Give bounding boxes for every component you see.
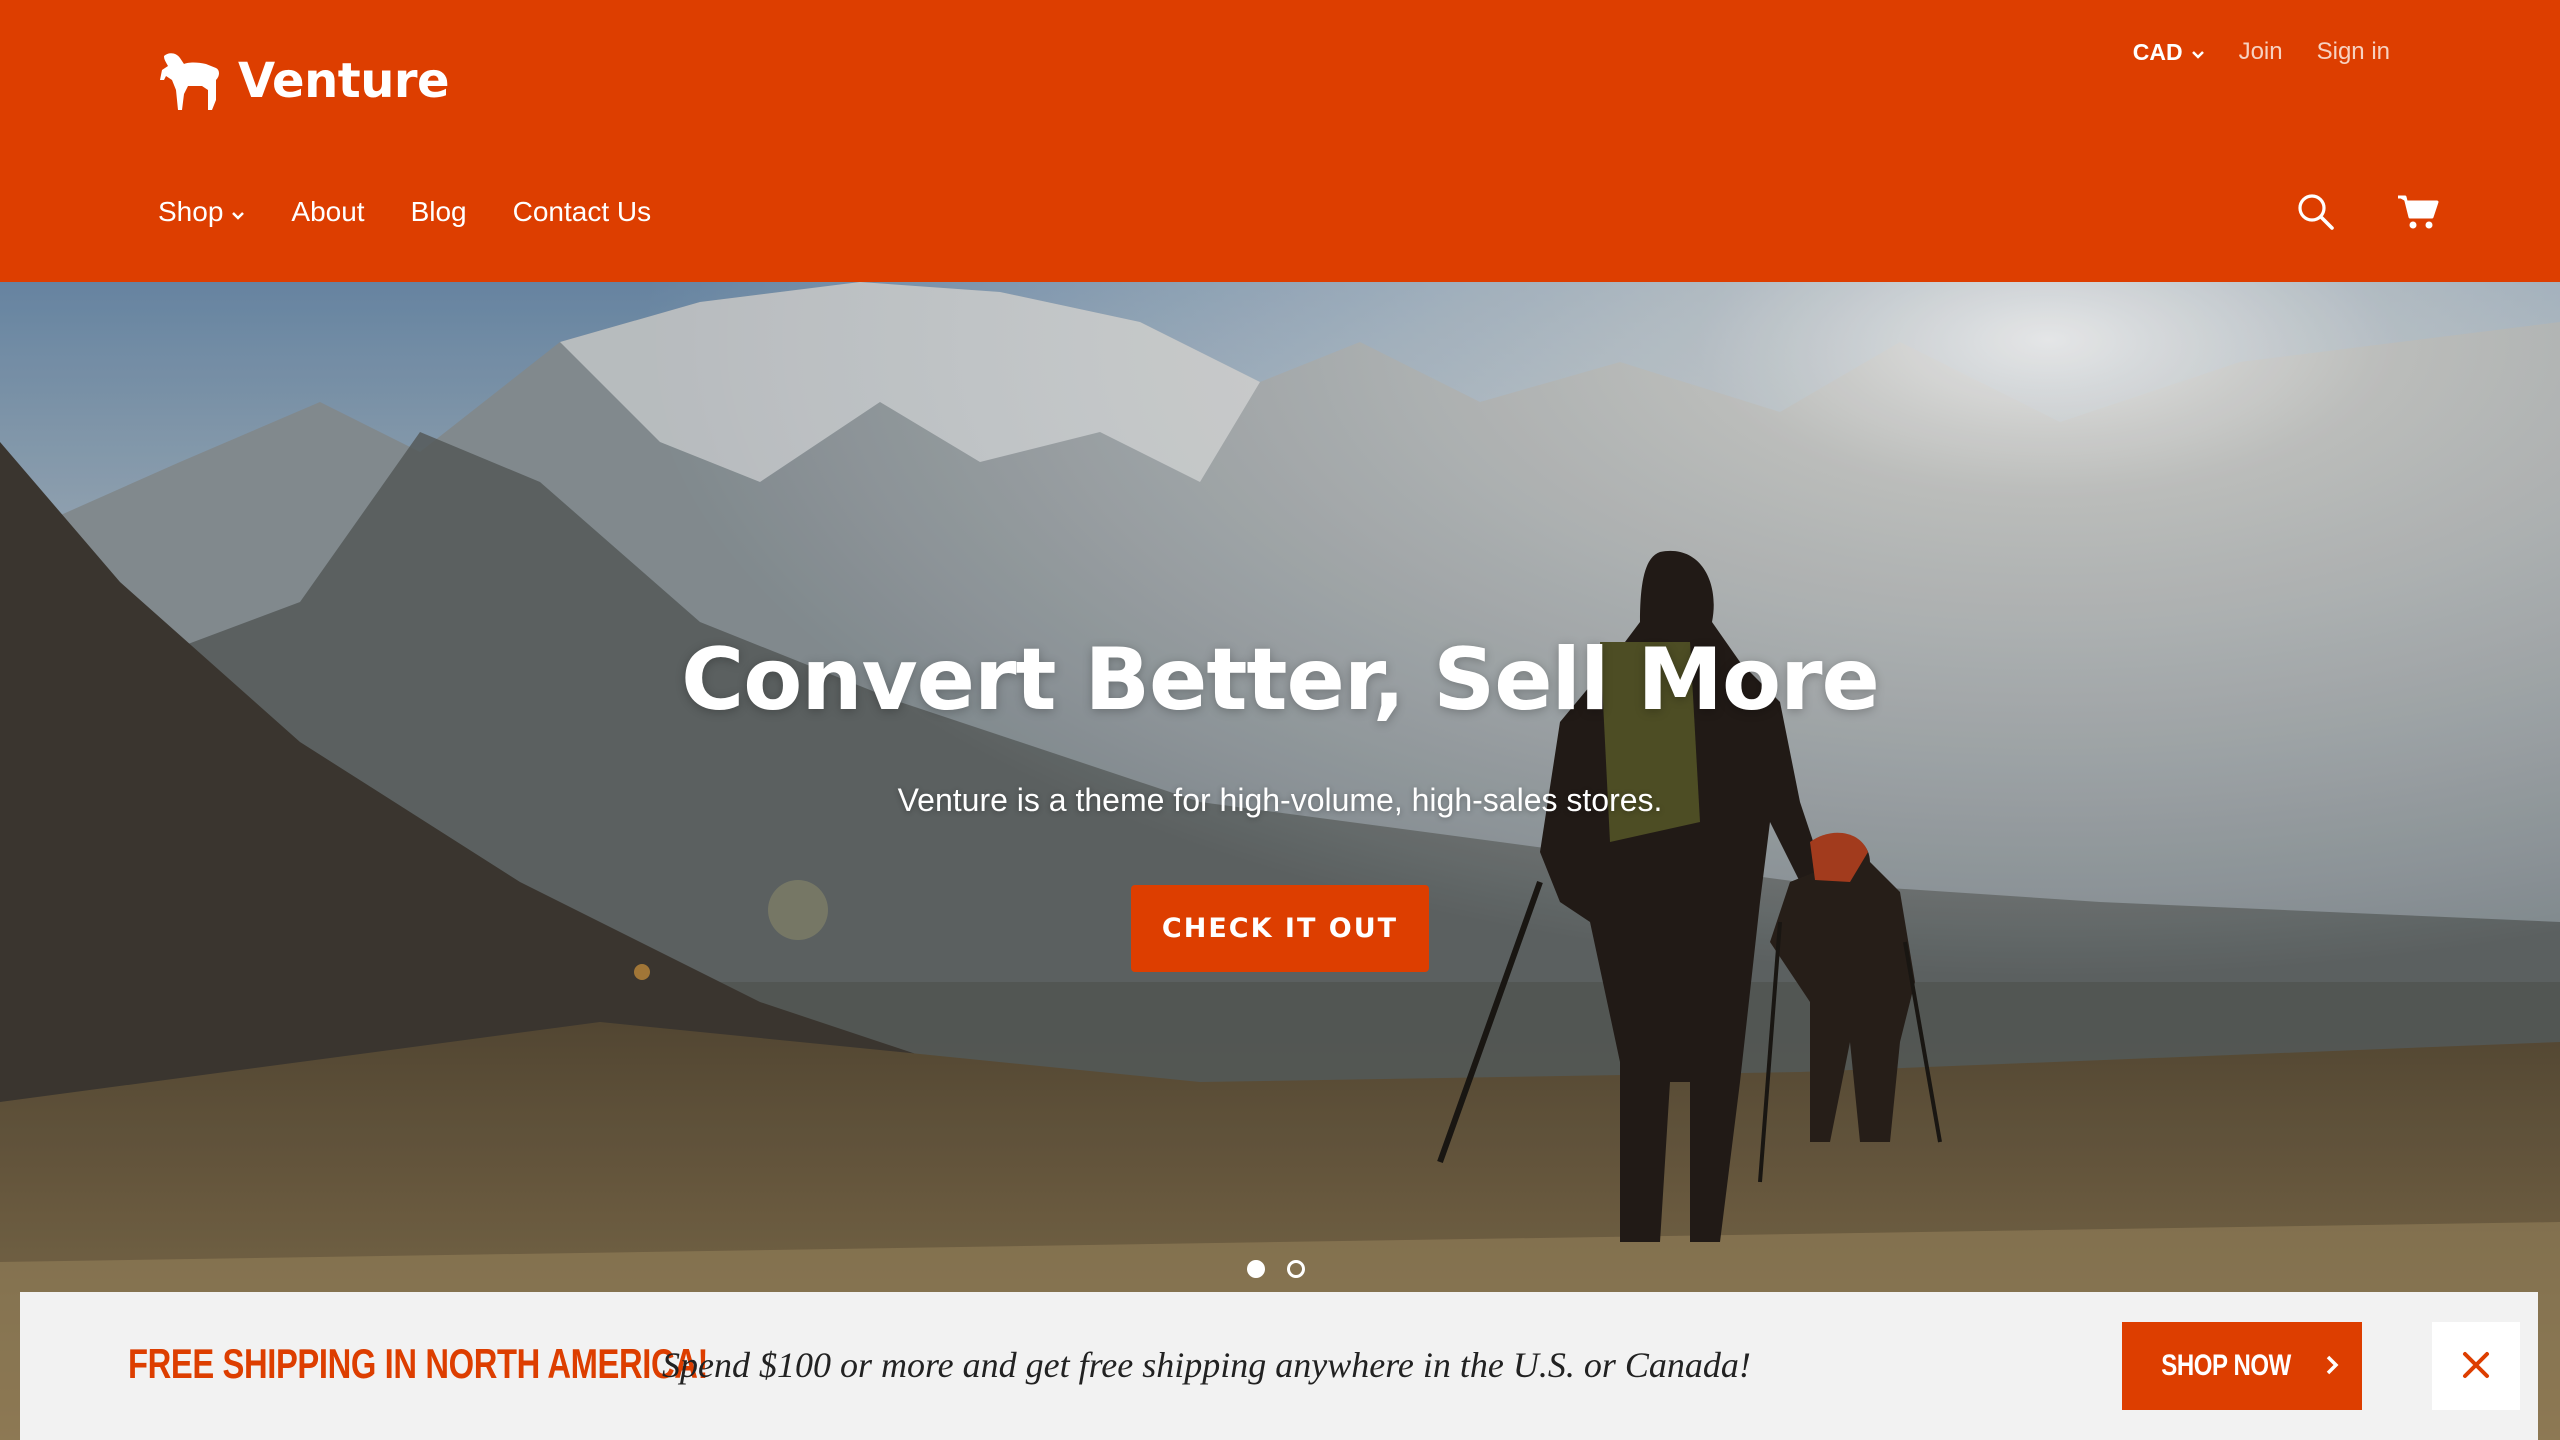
- nav-item-label: Contact Us: [512, 196, 652, 227]
- logo-link[interactable]: Venture: [158, 50, 450, 112]
- promo-text: Spend $100 or more and get free shipping…: [662, 1345, 1751, 1385]
- slide-dot-1[interactable]: [1247, 1260, 1265, 1278]
- header-actions: [2296, 192, 2440, 232]
- nav-item-contact[interactable]: Contact Us: [513, 196, 652, 228]
- nav-item-shop[interactable]: Shop: [158, 196, 245, 228]
- chevron-down-icon: [231, 196, 245, 228]
- shop-now-label: SHOP NOW: [2161, 1349, 2291, 1382]
- slideshow-pagination: [1247, 1260, 1305, 1278]
- chevron-down-icon: [2191, 39, 2205, 66]
- search-icon[interactable]: [2296, 192, 2336, 232]
- nav-item-label: Shop: [158, 196, 224, 227]
- nav-item-label: Blog: [410, 196, 467, 227]
- nav-item-blog[interactable]: Blog: [411, 196, 467, 228]
- chevron-right-icon: [2325, 1354, 2339, 1379]
- sign-in-link[interactable]: Sign in: [2317, 38, 2390, 66]
- hero-title: Convert Better, Sell More: [681, 630, 1880, 730]
- currency-selector[interactable]: CAD: [2133, 39, 2205, 66]
- nav-item-about[interactable]: About: [291, 196, 364, 228]
- shop-now-button[interactable]: SHOP NOW: [2122, 1322, 2362, 1410]
- slide-dot-2[interactable]: [1287, 1260, 1305, 1278]
- close-icon: [2461, 1350, 2491, 1383]
- cart-icon[interactable]: [2396, 193, 2440, 231]
- close-promo-button[interactable]: [2432, 1322, 2520, 1410]
- join-link[interactable]: Join: [2239, 38, 2283, 66]
- goat-logo-icon: [158, 50, 224, 112]
- site-header: Venture CAD Join Sign in Shop About Blog…: [0, 0, 2560, 282]
- currency-label: CAD: [2132, 38, 2183, 65]
- utility-bar: CAD Join Sign in: [2133, 38, 2390, 66]
- check-it-out-button[interactable]: CHECK IT OUT: [1131, 885, 1429, 972]
- promo-bar: FREE SHIPPING IN NORTH AMERICA! Spend $1…: [20, 1292, 2538, 1440]
- brand-name: Venture: [238, 53, 450, 109]
- hero-slideshow: Convert Better, Sell More Venture is a t…: [0, 282, 2560, 1440]
- nav-item-label: About: [291, 196, 365, 227]
- promo-heading: FREE SHIPPING IN NORTH AMERICA!: [128, 1340, 709, 1387]
- main-nav: Shop About Blog Contact Us: [158, 196, 651, 228]
- hero-subtitle: Venture is a theme for high-volume, high…: [897, 782, 1663, 818]
